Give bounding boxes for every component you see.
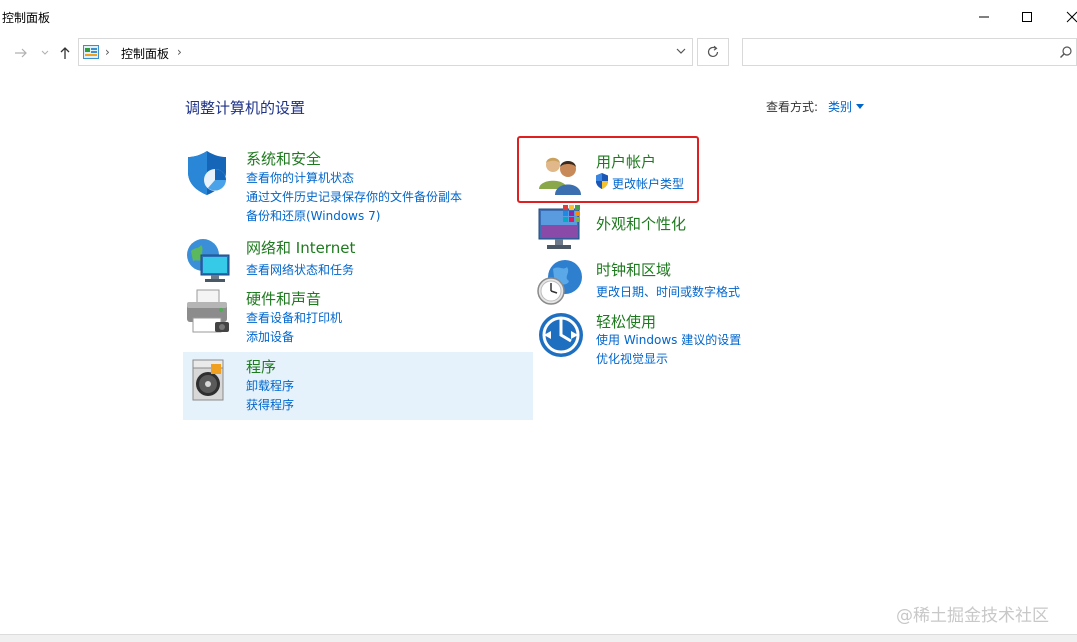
link-network-status[interactable]: 查看网络状态和任务 <box>246 261 354 278</box>
category-title[interactable]: 程序 <box>246 356 276 377</box>
view-by-label: 查看方式: <box>766 100 819 114</box>
watermark: @稀土掘金技术社区 <box>896 606 1049 626</box>
up-arrow-icon <box>60 47 70 59</box>
address-bar[interactable]: › 控制面板 › <box>78 38 693 66</box>
link-add-device[interactable]: 添加设备 <box>246 328 294 345</box>
page-heading: 调整计算机的设置 <box>185 99 306 117</box>
chevron-down-icon[interactable] <box>676 47 686 55</box>
chevron-down-icon[interactable] <box>856 104 865 109</box>
link-change-date-time-format[interactable]: 更改日期、时间或数字格式 <box>596 283 740 300</box>
view-by-dropdown[interactable]: 类别 <box>828 100 852 114</box>
link-recommended-settings[interactable]: 使用 Windows 建议的设置 <box>596 331 741 348</box>
search-box[interactable] <box>742 38 1077 66</box>
title-bar: 控制面板 <box>0 0 1077 34</box>
highlight-box-user-accounts <box>517 136 699 203</box>
link-backup-restore[interactable]: 备份和还原(Windows 7) <box>246 207 380 224</box>
printer-icon[interactable] <box>185 288 233 336</box>
view-by-selector: 查看方式: 类别 <box>766 98 865 115</box>
link-uninstall-program[interactable]: 卸载程序 <box>246 377 294 394</box>
close-icon <box>1066 11 1077 23</box>
breadcrumb-separator[interactable]: › <box>105 45 110 59</box>
forward-button[interactable] <box>12 44 30 62</box>
refresh-icon <box>707 45 719 58</box>
minimize-icon <box>979 16 989 18</box>
recent-locations-button[interactable] <box>36 44 54 62</box>
minimize-button[interactable] <box>961 0 1007 34</box>
category-title[interactable]: 系统和安全 <box>246 148 321 169</box>
window-title: 控制面板 <box>2 11 51 25</box>
chevron-down-icon <box>41 50 49 55</box>
programs-hover-background <box>183 352 533 420</box>
maximize-button[interactable] <box>1004 0 1050 34</box>
category-title[interactable]: 轻松使用 <box>596 311 656 332</box>
category-title[interactable]: 网络和 Internet <box>246 237 355 258</box>
link-get-programs[interactable]: 获得程序 <box>246 396 294 413</box>
link-view-computer-status[interactable]: 查看你的计算机状态 <box>246 169 354 186</box>
category-title[interactable]: 外观和个性化 <box>596 213 686 234</box>
monitor-personalize-icon[interactable] <box>537 205 585 253</box>
clock-globe-icon[interactable] <box>537 259 585 307</box>
navigation-row: › 控制面板 › <box>0 34 1077 72</box>
shield-icon[interactable] <box>185 148 233 196</box>
refresh-button[interactable] <box>697 38 729 66</box>
programs-disc-icon[interactable] <box>185 356 233 404</box>
up-button[interactable] <box>56 44 74 62</box>
breadcrumb-control-panel[interactable]: 控制面板 <box>121 45 169 62</box>
search-input[interactable] <box>749 43 1053 63</box>
bottom-edge <box>0 634 1077 642</box>
forward-arrow-icon <box>15 48 27 58</box>
ease-of-access-icon[interactable] <box>537 311 585 359</box>
control-panel-window: 控制面板 › 控制面板 › 调整计算机的设置 查看方式: 类别 系统和安全 查看… <box>0 0 1077 642</box>
category-title[interactable]: 时钟和区域 <box>596 259 671 280</box>
category-title[interactable]: 硬件和声音 <box>246 288 321 309</box>
network-globe-icon[interactable] <box>185 237 233 285</box>
link-file-history[interactable]: 通过文件历史记录保存你的文件备份副本 <box>246 188 462 205</box>
breadcrumb-separator[interactable]: › <box>177 45 182 59</box>
maximize-icon <box>1022 12 1032 22</box>
link-devices-printers[interactable]: 查看设备和打印机 <box>246 309 342 326</box>
close-button[interactable] <box>1049 0 1077 34</box>
link-optimize-visual-display[interactable]: 优化视觉显示 <box>596 350 668 367</box>
search-icon[interactable] <box>1059 45 1073 59</box>
control-panel-icon <box>83 45 99 59</box>
